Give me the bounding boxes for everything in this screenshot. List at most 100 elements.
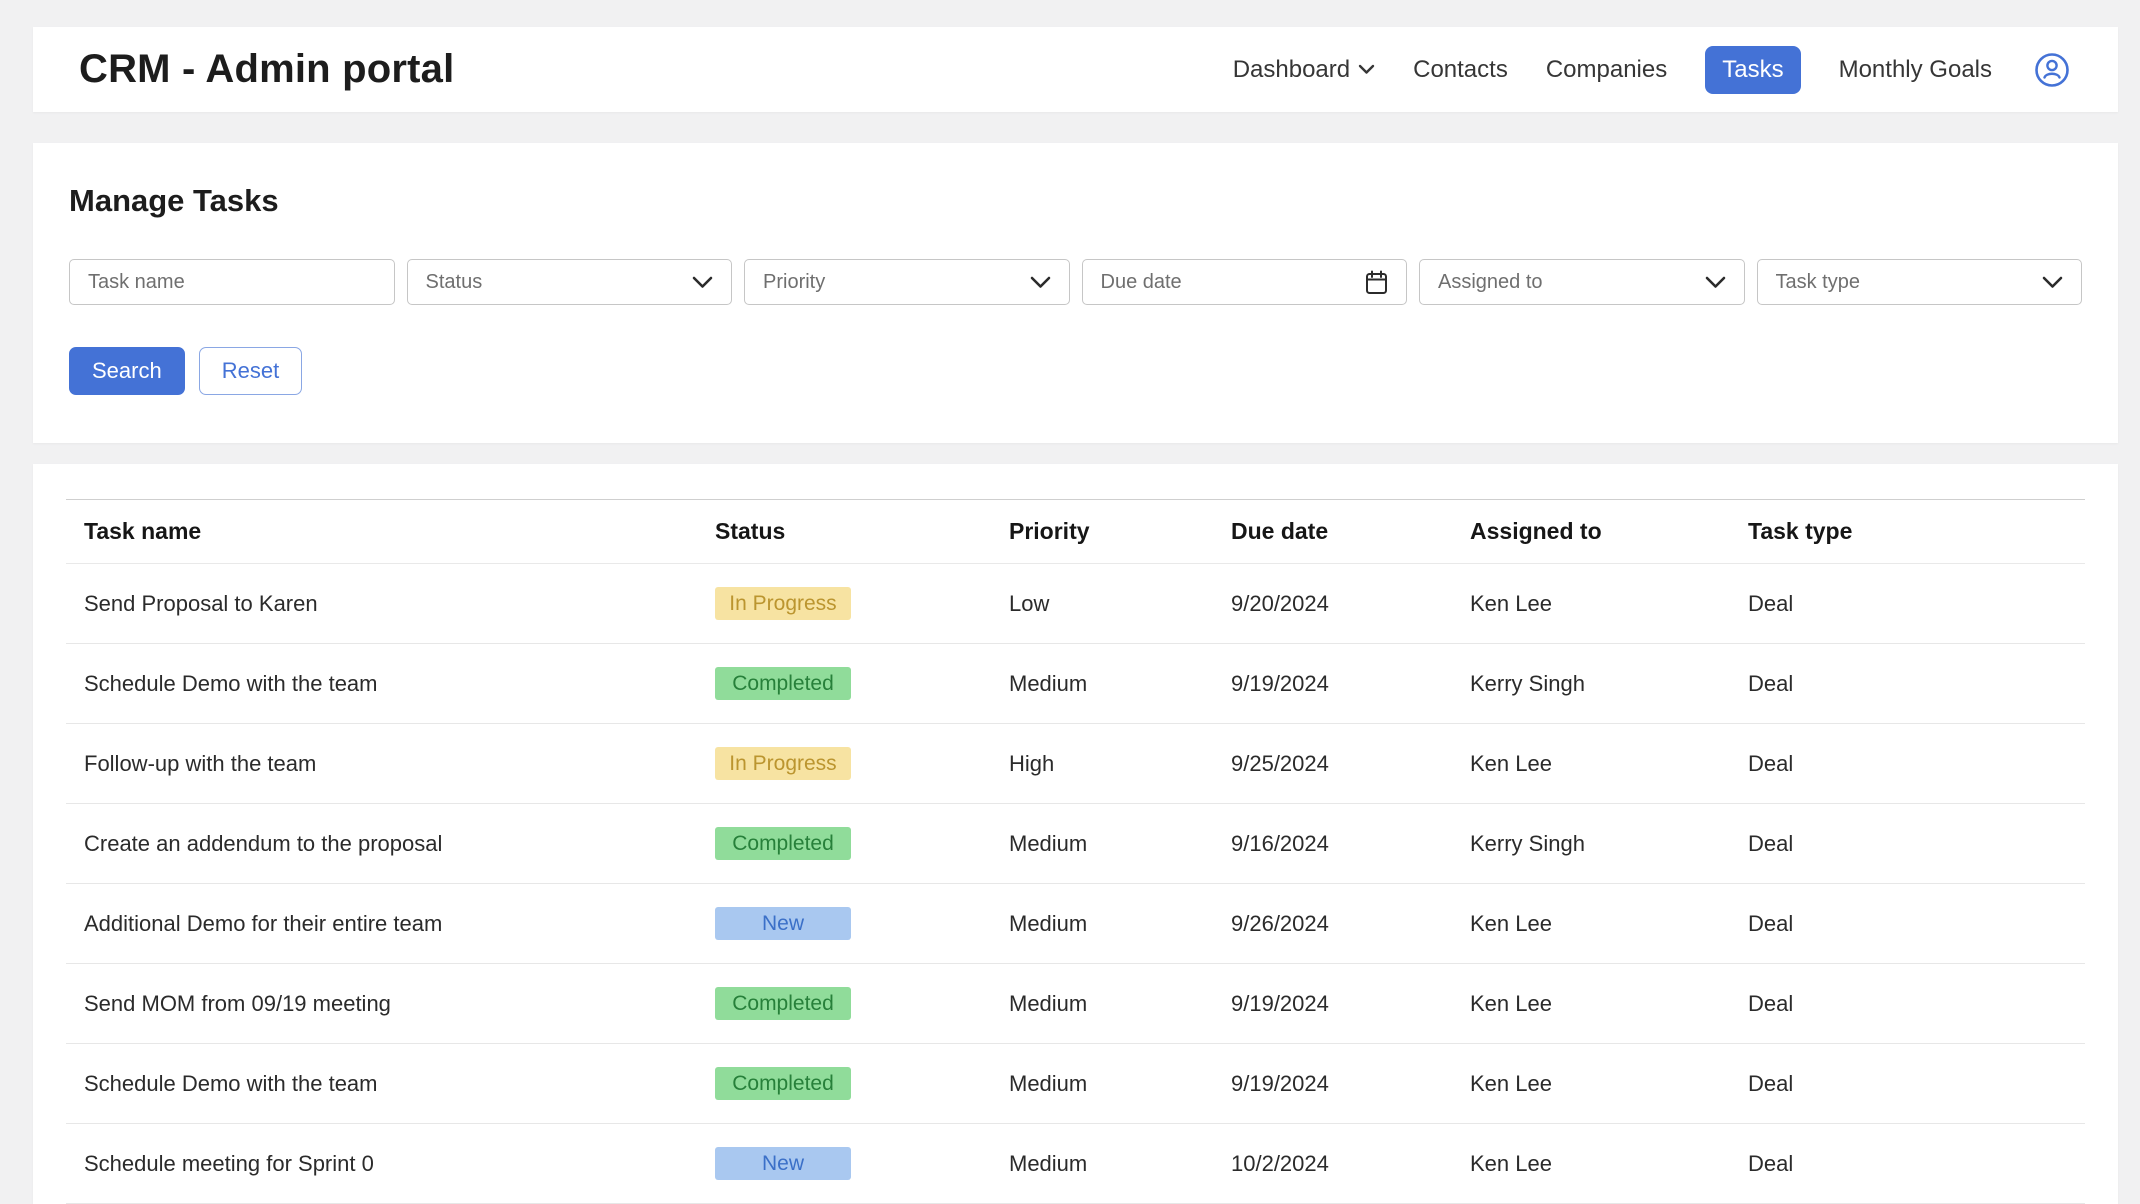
chevron-down-icon — [692, 276, 713, 289]
assigned-to-cell: Ken Lee — [1452, 1044, 1730, 1124]
task-type-cell: Deal — [1730, 644, 2085, 724]
assigned-to-cell: Ken Lee — [1452, 564, 1730, 644]
task-name-cell: Schedule Demo with the team — [66, 1044, 697, 1124]
filter-field-assigned-to[interactable]: Assigned to — [1419, 259, 1745, 305]
status-cell: In Progress — [697, 724, 991, 804]
filter-field-priority[interactable]: Priority — [744, 259, 1070, 305]
status-cell: Completed — [697, 644, 991, 724]
table-row[interactable]: Schedule Demo with the team Completed Me… — [66, 1044, 2085, 1124]
due-date-cell: 9/26/2024 — [1213, 884, 1452, 964]
table-row[interactable]: Schedule Demo with the team Completed Me… — [66, 644, 2085, 724]
nav-item-monthly-goals[interactable]: Monthly Goals — [1839, 56, 1992, 84]
task-type-cell: Deal — [1730, 1124, 2085, 1204]
status-badge: Completed — [715, 987, 851, 1020]
filter-field-due-date[interactable]: Due date — [1082, 259, 1408, 305]
priority-cell: High — [991, 724, 1213, 804]
table-row[interactable]: Send MOM from 09/19 meeting Completed Me… — [66, 964, 2085, 1044]
nav-item-companies[interactable]: Companies — [1546, 56, 1667, 84]
due-date-cell: 9/19/2024 — [1213, 964, 1452, 1044]
filter-field-status[interactable]: Status — [407, 259, 733, 305]
status-badge: In Progress — [715, 747, 851, 780]
table-row[interactable]: Schedule meeting for Sprint 0 New Medium… — [66, 1124, 2085, 1204]
due-date-cell: 9/19/2024 — [1213, 1044, 1452, 1124]
assigned-to-cell: Ken Lee — [1452, 724, 1730, 804]
user-circle-icon — [2030, 48, 2074, 92]
due-date-cell: 9/25/2024 — [1213, 724, 1452, 804]
task-type-cell: Deal — [1730, 884, 2085, 964]
priority-cell: Medium — [991, 884, 1213, 964]
status-cell: Completed — [697, 804, 991, 884]
filter-selected-value: Status — [426, 271, 693, 294]
filter-actions: Search Reset — [69, 347, 2082, 395]
due-date-cell: 10/2/2024 — [1213, 1124, 1452, 1204]
priority-cell: Medium — [991, 964, 1213, 1044]
status-badge: Completed — [715, 827, 851, 860]
table-row[interactable]: Follow-up with the team In Progress High… — [66, 724, 2085, 804]
search-button[interactable]: Search — [69, 347, 185, 395]
app-header: CRM - Admin portal Dashboard Contacts Co… — [33, 27, 2118, 112]
filter-field-task-type[interactable]: Task type — [1757, 259, 2083, 305]
task-name-cell: Create an addendum to the proposal — [66, 804, 697, 884]
task-name-cell: Send MOM from 09/19 meeting — [66, 964, 697, 1044]
filter-row: Status Priority Due date Assigned to Tas… — [69, 259, 2082, 305]
assigned-to-cell: Kerry Singh — [1452, 804, 1730, 884]
tasks-table-panel: Task nameStatusPriorityDue dateAssigned … — [33, 464, 2118, 1204]
column-header-due-date: Due date — [1213, 500, 1452, 564]
main-nav: Dashboard Contacts Companies Tasks Month… — [1233, 46, 2074, 94]
reset-button[interactable]: Reset — [199, 347, 302, 395]
task-name-cell: Schedule meeting for Sprint 0 — [66, 1124, 697, 1204]
task-type-cell: Deal — [1730, 964, 2085, 1044]
status-cell: Completed — [697, 964, 991, 1044]
table-row[interactable]: Create an addendum to the proposal Compl… — [66, 804, 2085, 884]
filter-selected-value: Assigned to — [1438, 271, 1705, 294]
nav-item-label: Tasks — [1722, 56, 1783, 84]
column-header-assigned-to: Assigned to — [1452, 500, 1730, 564]
column-header-task-name: Task name — [66, 500, 697, 564]
filter-selected-value: Priority — [763, 271, 1030, 294]
chevron-down-icon — [1705, 276, 1726, 289]
status-badge: In Progress — [715, 587, 851, 620]
status-cell: In Progress — [697, 564, 991, 644]
task-name-cell: Schedule Demo with the team — [66, 644, 697, 724]
filter-selected-value: Task type — [1776, 271, 2043, 294]
task-type-cell: Deal — [1730, 724, 2085, 804]
calendar-icon — [1365, 270, 1388, 295]
status-badge: New — [715, 907, 851, 940]
task-name-cell: Send Proposal to Karen — [66, 564, 697, 644]
task-name-cell: Follow-up with the team — [66, 724, 697, 804]
assigned-to-cell: Ken Lee — [1452, 964, 1730, 1044]
priority-cell: Medium — [991, 1044, 1213, 1124]
table-header-row: Task nameStatusPriorityDue dateAssigned … — [66, 500, 2085, 564]
status-badge: Completed — [715, 667, 851, 700]
column-header-status: Status — [697, 500, 991, 564]
due-date-cell: 9/16/2024 — [1213, 804, 1452, 884]
nav-item-label: Monthly Goals — [1839, 56, 1992, 84]
status-cell: Completed — [697, 1044, 991, 1124]
nav-item-label: Companies — [1546, 56, 1667, 84]
table-row[interactable]: Additional Demo for their entire team Ne… — [66, 884, 2085, 964]
assigned-to-cell: Ken Lee — [1452, 884, 1730, 964]
status-badge: New — [715, 1147, 851, 1180]
nav-item-label: Contacts — [1413, 56, 1508, 84]
chevron-down-icon — [2042, 276, 2063, 289]
task-name-cell: Additional Demo for their entire team — [66, 884, 697, 964]
filter-field-task-name — [69, 259, 395, 305]
due-date-cell: 9/20/2024 — [1213, 564, 1452, 644]
filter-selected-value: Due date — [1101, 271, 1366, 294]
filter-input-task-name[interactable] — [88, 260, 376, 304]
nav-item-tasks[interactable]: Tasks — [1705, 46, 1800, 94]
user-avatar-icon[interactable] — [2030, 48, 2074, 92]
nav-item-dashboard[interactable]: Dashboard — [1233, 56, 1375, 84]
column-header-priority: Priority — [991, 500, 1213, 564]
nav-item-contacts[interactable]: Contacts — [1413, 56, 1508, 84]
chevron-down-icon — [1358, 64, 1375, 75]
priority-cell: Medium — [991, 804, 1213, 884]
tasks-table: Task nameStatusPriorityDue dateAssigned … — [66, 499, 2085, 1204]
priority-cell: Medium — [991, 644, 1213, 724]
task-type-cell: Deal — [1730, 804, 2085, 884]
chevron-down-icon — [1030, 276, 1051, 289]
table-row[interactable]: Send Proposal to Karen In Progress Low 9… — [66, 564, 2085, 644]
column-header-task-type: Task type — [1730, 500, 2085, 564]
app-title: CRM - Admin portal — [79, 47, 454, 92]
priority-cell: Low — [991, 564, 1213, 644]
